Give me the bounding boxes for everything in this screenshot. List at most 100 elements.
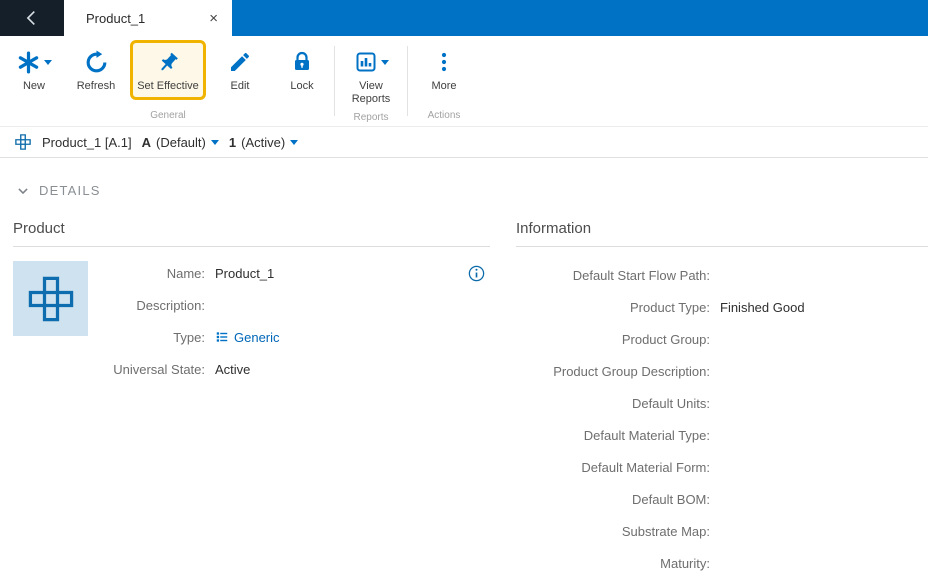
field-row-type: Type: Generic (101, 321, 490, 353)
toolbar-group-label-general: General (6, 108, 330, 126)
refresh-button-label: Refresh (77, 80, 116, 93)
field-row-name: Name: Product_1 (101, 257, 490, 289)
type-link[interactable]: Generic (215, 330, 280, 345)
set-effective-button[interactable]: Set Effective (130, 40, 206, 100)
asterisk-icon (16, 50, 41, 75)
field-label: Product Group Description: (516, 364, 710, 379)
lock-icon (290, 50, 314, 74)
toolbar-group-actions: More Actions (412, 38, 476, 126)
breadcrumb: Product_1 [A.1] A (Default) 1 (Active) (0, 126, 928, 158)
pin-icon (156, 50, 181, 75)
toolbar-group-reports: View Reports Reports (339, 38, 403, 126)
edit-button[interactable]: Edit (212, 40, 268, 97)
field-value: Product_1 (215, 266, 274, 281)
set-effective-button-label: Set Effective (137, 80, 199, 93)
product-image (13, 261, 88, 336)
back-button[interactable] (0, 0, 64, 36)
details-section-title: DETAILS (39, 183, 101, 198)
version-text: (Active) (241, 135, 285, 150)
type-link-label: Generic (234, 330, 280, 345)
details-panels: Product Name: Product_1 (13, 220, 928, 579)
field-row-maturity: Maturity: (516, 547, 928, 579)
information-fields: Default Start Flow Path: Product Type: F… (516, 259, 928, 579)
edit-button-icon-wrap (228, 46, 252, 78)
chevron-down-icon (211, 140, 219, 145)
product-panel-title: Product (13, 220, 490, 247)
field-label: Default Material Form: (516, 460, 710, 475)
view-reports-button[interactable]: View Reports (339, 40, 403, 110)
product-fields: Name: Product_1 Description: T (101, 257, 490, 385)
toolbar-group-label-reports: Reports (339, 110, 403, 128)
field-label: Description: (101, 298, 205, 313)
lock-button[interactable]: Lock (274, 40, 330, 97)
top-tab-bar: Product_1 × (0, 0, 928, 36)
new-button-icon-wrap (16, 46, 52, 78)
field-label: Universal State: (101, 362, 205, 377)
refresh-button-icon-wrap (84, 46, 109, 78)
list-icon (215, 330, 229, 344)
bar-chart-icon (354, 50, 378, 74)
field-label: Default BOM: (516, 492, 710, 507)
toolbar-buttons-reports: View Reports (339, 38, 403, 110)
more-button-icon-wrap (432, 46, 456, 78)
chevron-down-icon (290, 140, 298, 145)
toolbar-separator (334, 46, 335, 116)
field-label: Product Group: (516, 332, 710, 347)
view-reports-button-label: View Reports (341, 80, 401, 106)
more-button[interactable]: More (412, 40, 476, 97)
field-value: Active (215, 362, 250, 377)
product-icon (14, 133, 32, 151)
toolbar-group-label-actions: Actions (412, 108, 476, 126)
field-row-product-group: Product Group: (516, 323, 928, 355)
field-label: Default Units: (516, 396, 710, 411)
more-button-label: More (431, 80, 456, 93)
toolbar-buttons-actions: More (412, 38, 476, 108)
breadcrumb-title: Product_1 [A.1] (42, 135, 132, 150)
field-row-product-type: Product Type: Finished Good (516, 291, 928, 323)
field-row-default-material-form: Default Material Form: (516, 451, 928, 483)
new-button-label: New (23, 80, 45, 93)
field-row-substrate-map: Substrate Map: (516, 515, 928, 547)
field-row-default-units: Default Units: (516, 387, 928, 419)
information-panel-title: Information (516, 220, 928, 247)
edit-button-label: Edit (231, 80, 250, 93)
lock-button-icon-wrap (290, 46, 314, 78)
information-panel: Information Default Start Flow Path: Pro… (516, 220, 928, 579)
refresh-button[interactable]: Refresh (68, 40, 124, 97)
field-value: Finished Good (720, 300, 805, 315)
view-reports-icon-wrap (354, 46, 389, 78)
field-label: Substrate Map: (516, 524, 710, 539)
field-row-default-start-flow-path: Default Start Flow Path: (516, 259, 928, 291)
toolbar-group-general: New Refresh Set Effective (6, 38, 330, 126)
field-row-description: Description: (101, 289, 490, 321)
revision-text: (Default) (156, 135, 206, 150)
refresh-icon (84, 50, 109, 75)
chevron-left-icon (21, 7, 43, 29)
chevron-down-icon (44, 60, 52, 65)
revision-value: A (142, 135, 151, 150)
field-label: Product Type: (516, 300, 710, 315)
topbar-fill (232, 0, 928, 36)
field-row-default-material-type: Default Material Type: (516, 419, 928, 451)
field-label: Maturity: (516, 556, 710, 571)
tab-close-icon[interactable]: × (205, 10, 222, 27)
field-label: Default Material Type: (516, 428, 710, 443)
field-label: Name: (101, 266, 205, 281)
ellipsis-vertical-icon (432, 50, 456, 74)
revision-dropdown[interactable]: A (Default) (142, 135, 219, 150)
pencil-icon (228, 50, 252, 74)
details-section-toggle[interactable]: DETAILS (16, 183, 928, 198)
chevron-down-icon (16, 184, 30, 198)
new-button[interactable]: New (6, 40, 62, 97)
field-label: Default Start Flow Path: (516, 268, 710, 283)
info-icon[interactable] (467, 264, 486, 283)
toolbar-buttons-general: New Refresh Set Effective (6, 38, 330, 108)
tab-title: Product_1 (86, 11, 205, 26)
field-row-default-bom: Default BOM: (516, 483, 928, 515)
product-panel-body: Name: Product_1 Description: T (13, 257, 490, 385)
lock-button-label: Lock (290, 80, 313, 93)
chevron-down-icon (381, 60, 389, 65)
field-label: Type: (101, 330, 205, 345)
version-dropdown[interactable]: 1 (Active) (229, 135, 298, 150)
tab-product-1[interactable]: Product_1 × (64, 0, 232, 36)
